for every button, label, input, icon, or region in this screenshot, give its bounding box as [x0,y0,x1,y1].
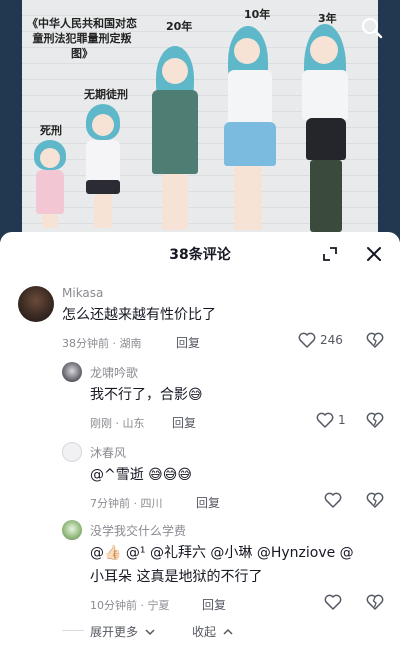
dislike-button[interactable] [366,412,384,432]
reply-button[interactable]: 回复 [202,596,226,613]
video-preview[interactable]: 《中华人民共和国对恋 童刑法犯罪量刑定叛 图》 死刑 无期徒刑 20年 10年 … [0,0,400,242]
like-button[interactable] [324,594,342,610]
expand-more-button[interactable]: 展开更多 [90,623,155,640]
like-count: 1 [338,413,346,427]
search-icon [361,17,383,39]
chevron-up-icon [223,628,233,635]
reply-button[interactable]: 回复 [196,494,220,511]
character-1 [30,140,70,230]
collapse-button[interactable]: 收起 [192,623,233,640]
username[interactable]: 沐春风 [90,444,126,461]
like-button[interactable] [324,492,342,508]
like-count: 246 [320,333,343,347]
reply-button[interactable]: 回复 [176,334,200,351]
comment-text: @^雪逝 😅😅😅 [90,467,192,483]
close-button[interactable] [362,242,386,266]
search-button[interactable] [358,14,386,42]
username[interactable]: Mikasa [62,286,103,300]
close-icon [367,247,381,261]
avatar[interactable] [62,520,82,540]
divider [62,630,84,631]
character-2 [78,104,128,230]
avatar[interactable] [62,442,82,462]
avatar[interactable] [62,362,82,382]
collapse-label: 收起 [192,625,217,639]
character-3 [144,46,206,232]
comment-meta: 7分钟前 · 四川 [90,497,163,510]
comment-meta: 38分钟前 · 湖南 [62,337,142,350]
expand-button[interactable] [318,242,342,266]
label-twenty: 20年 [166,20,193,33]
character-4 [214,26,280,232]
reply-item: 沐春风 @^雪逝 😅😅😅 7分钟前 · 四川 回复 [0,438,400,518]
username[interactable]: 龙啸吟歌 [90,364,138,381]
reply-button[interactable]: 回复 [172,414,196,431]
comment-text: 怎么还越来越有性价比了 [62,307,216,323]
character-5 [288,24,358,232]
image-title: 《中华人民共和国对恋 童刑法犯罪量刑定叛 图》 [22,16,142,61]
reply-item: 龙啸吟歌 我不行了，合影😅 刚刚 · 山东 回复 1 [0,360,400,436]
dislike-button[interactable] [366,332,384,352]
username[interactable]: 没学我交什么学费 [90,522,186,539]
heart-icon [324,492,342,508]
chevron-down-icon [145,629,155,636]
label-ten: 10年 [244,8,271,21]
expand-icon [323,247,337,261]
label-death: 死刑 [40,124,62,137]
label-life: 无期徒刑 [84,88,128,101]
comment-text-line-1: @👍🏻 @¹ @礼拜六 @小琳 @Hynziove @ [90,545,354,561]
like-button[interactable]: 1 [316,412,346,428]
expand-more-label: 展开更多 [90,625,139,639]
comment-sheet: 38条评论 Mikasa 怎么还越来越有性价比了 38分钟前 · 湖南 回复 2… [0,232,400,652]
broken-heart-icon [366,594,384,610]
image-title-line-3: 图》 [71,47,93,60]
heart-icon [298,332,316,348]
heart-icon [324,594,342,610]
dislike-button[interactable] [366,492,384,512]
comment-text-line-2: 小耳朵 这真是地狱的不行了 [90,569,263,585]
dislike-button[interactable] [366,594,384,614]
image-title-line-1: 《中华人民共和国对恋 [27,17,137,30]
like-button[interactable]: 246 [298,332,343,348]
comment-item: Mikasa 怎么还越来越有性价比了 38分钟前 · 湖南 回复 246 [0,282,400,360]
comment-text: 我不行了，合影😅 [90,387,203,403]
broken-heart-icon [366,332,384,348]
avatar[interactable] [18,286,54,322]
broken-heart-icon [366,492,384,508]
reply-item: 没学我交什么学费 @👍🏻 @¹ @礼拜六 @小琳 @Hynziove @ 小耳朵… [0,518,400,618]
broken-heart-icon [366,412,384,428]
image-title-line-2: 童刑法犯罪量刑定叛 [32,32,132,45]
comment-meta: 刚刚 · 山东 [90,417,145,430]
comment-meta: 10分钟前 · 宁夏 [90,599,170,612]
heart-icon [316,412,334,428]
sheet-header: 38条评论 [0,232,400,276]
